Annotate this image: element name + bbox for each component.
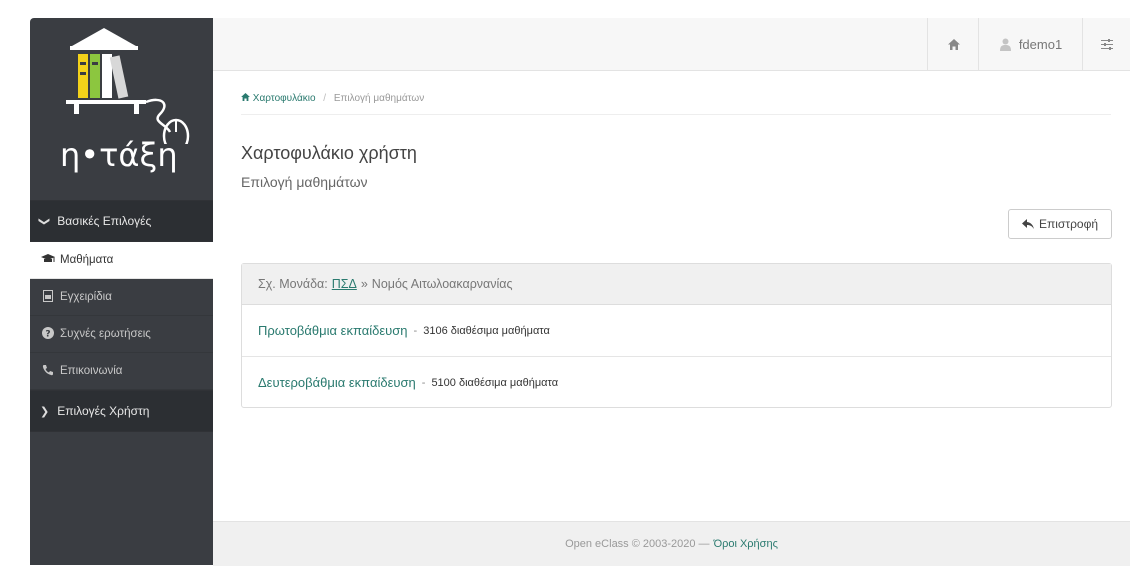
sidebar-section-user-label: Επιλογές Χρήστη: [57, 404, 150, 418]
breadcrumb-home-link[interactable]: Χαρτοφυλάκιο: [241, 93, 318, 104]
sidebar-item-label: Εγχειρίδια: [60, 291, 112, 303]
phone-icon: [40, 364, 56, 379]
user-menu-button[interactable]: fdemo1: [978, 18, 1083, 70]
panel-head-prefix: Σχ. Μονάδα:: [258, 277, 328, 291]
sidebar-item-manuals[interactable]: Εγχειρίδια: [30, 279, 213, 316]
sidebar-section-main-label: Βασικές Επιλογές: [57, 214, 152, 228]
secondary-education-link[interactable]: Δευτεροβάθμια εκπαίδευση: [258, 375, 416, 390]
list-item: Δευτεροβάθμια εκπαίδευση - 5100 διαθέσιμ…: [242, 357, 1111, 408]
user-icon: [999, 38, 1011, 51]
sidebar: η•τάξη ❯ Βασικές Επιλογές Μαθήματα Εγχει…: [30, 18, 213, 565]
school-panel: Σχ. Μονάδα: ΠΣΔ » Νομός Αιτωλοακαρνανίας…: [241, 263, 1112, 408]
panel-head-separator: »: [360, 277, 368, 291]
logo[interactable]: η•τάξη: [30, 18, 213, 200]
graduation-cap-icon: [40, 253, 56, 267]
file-icon: [40, 289, 56, 305]
row-dash: -: [421, 376, 426, 389]
course-count: 5100 διαθέσιμα μαθήματα: [431, 376, 559, 389]
page-title: Χαρτοφυλάκιο χρήστη: [241, 143, 417, 163]
sidebar-section-user[interactable]: ❯ Επιλογές Χρήστη: [30, 390, 213, 432]
settings-button[interactable]: [1082, 18, 1131, 70]
sidebar-item-faq[interactable]: ? Συχνές ερωτήσεις: [30, 316, 213, 353]
breadcrumb-current: Επιλογή μαθημάτων: [333, 93, 425, 104]
footer: Open eClass © 2003-2020 — Όροι Χρήσης: [213, 521, 1130, 566]
question-circle-icon: ?: [40, 326, 56, 342]
logo-text: η•τάξη: [60, 136, 178, 174]
app-frame: η•τάξη ❯ Βασικές Επιλογές Μαθήματα Εγχει…: [30, 18, 1130, 566]
username: fdemo1: [1018, 36, 1063, 52]
sidebar-item-label: Συχνές ερωτήσεις: [60, 328, 151, 340]
home-icon: [947, 38, 960, 50]
panel-head-region: Νομός Αιτωλοακαρνανίας: [371, 277, 513, 291]
sidebar-item-contact[interactable]: Επικοινωνία: [30, 353, 213, 390]
sliders-icon: [1101, 38, 1113, 50]
course-count: 3106 διαθέσιμα μαθήματα: [423, 324, 550, 337]
reply-icon: [1021, 219, 1034, 229]
sidebar-item-courses[interactable]: Μαθήματα: [30, 242, 213, 279]
back-button[interactable]: Επιστροφή: [1008, 209, 1112, 239]
library-logo-icon: [66, 28, 190, 144]
breadcrumb: Χαρτοφυλάκιο / Επιλογή μαθημάτων: [241, 93, 1111, 115]
school-link[interactable]: ΠΣΔ: [332, 277, 357, 291]
panel-heading: Σχ. Μονάδα: ΠΣΔ » Νομός Αιτωλοακαρνανίας: [242, 264, 1111, 305]
main-content: Χαρτοφυλάκιο / Επιλογή μαθημάτων Χαρτοφυ…: [213, 71, 1130, 521]
sidebar-item-label: Επικοινωνία: [60, 365, 123, 377]
page-subtitle: Επιλογή μαθημάτων: [241, 174, 368, 190]
breadcrumb-separator: /: [323, 93, 327, 104]
home-button[interactable]: [927, 18, 979, 70]
svg-text:?: ?: [45, 329, 50, 339]
top-bar: fdemo1: [213, 18, 1130, 71]
list-item: Πρωτοβάθμια εκπαίδευση - 3106 διαθέσιμα …: [242, 305, 1111, 357]
sidebar-section-main[interactable]: ❯ Βασικές Επιλογές: [30, 200, 213, 242]
home-icon: [241, 93, 250, 101]
primary-education-link[interactable]: Πρωτοβάθμια εκπαίδευση: [258, 323, 408, 338]
chevron-down-icon: ❯: [38, 216, 51, 226]
terms-link[interactable]: Όροι Χρήσης: [714, 538, 778, 550]
back-button-label: Επιστροφή: [1038, 217, 1099, 231]
breadcrumb-home-label: Χαρτοφυλάκιο: [252, 93, 316, 104]
footer-text: Open eClass © 2003-2020 —: [565, 538, 710, 550]
sidebar-item-label: Μαθήματα: [60, 254, 114, 266]
chevron-right-icon: ❯: [40, 405, 50, 418]
row-dash: -: [413, 324, 418, 337]
